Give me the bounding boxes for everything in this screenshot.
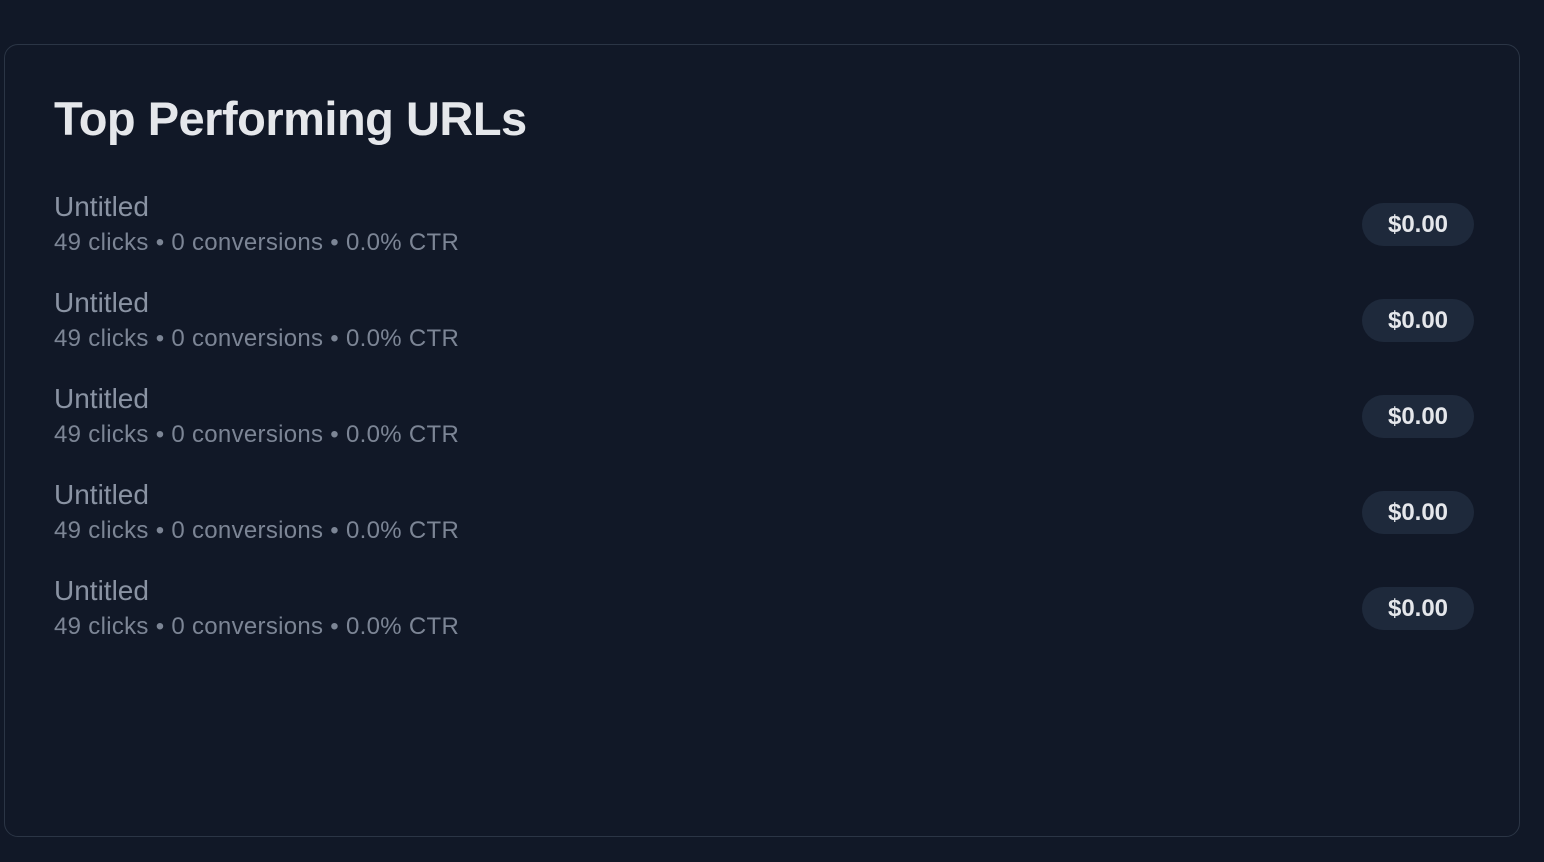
card-title: Top Performing URLs <box>54 92 527 145</box>
list-item[interactable]: Untitled 49 clicks • 0 conversions • 0.0… <box>54 383 1474 479</box>
revenue-badge: $0.00 <box>1362 299 1474 342</box>
list-item[interactable]: Untitled 49 clicks • 0 conversions • 0.0… <box>54 191 1474 287</box>
revenue-badge: $0.00 <box>1362 395 1474 438</box>
list-item[interactable]: Untitled 49 clicks • 0 conversions • 0.0… <box>54 575 1474 671</box>
url-stats: 49 clicks • 0 conversions • 0.0% CTR <box>54 517 460 544</box>
list-item[interactable]: Untitled 49 clicks • 0 conversions • 0.0… <box>54 479 1474 575</box>
url-title: Untitled <box>54 479 149 510</box>
url-stats: 49 clicks • 0 conversions • 0.0% CTR <box>54 613 460 640</box>
url-stats: 49 clicks • 0 conversions • 0.0% CTR <box>54 421 460 448</box>
revenue-badge: $0.00 <box>1362 491 1474 534</box>
list-item[interactable]: Untitled 49 clicks • 0 conversions • 0.0… <box>54 287 1474 383</box>
revenue-badge: $0.00 <box>1362 203 1474 246</box>
url-stats: 49 clicks • 0 conversions • 0.0% CTR <box>54 325 460 352</box>
url-title: Untitled <box>54 191 149 222</box>
url-stats: 49 clicks • 0 conversions • 0.0% CTR <box>54 229 460 256</box>
url-title: Untitled <box>54 287 149 318</box>
url-title: Untitled <box>54 383 149 414</box>
url-list: Untitled 49 clicks • 0 conversions • 0.0… <box>54 191 1474 671</box>
url-title: Untitled <box>54 575 149 606</box>
top-urls-card: Top Performing URLs Untitled 49 clicks •… <box>4 44 1520 837</box>
revenue-badge: $0.00 <box>1362 587 1474 630</box>
